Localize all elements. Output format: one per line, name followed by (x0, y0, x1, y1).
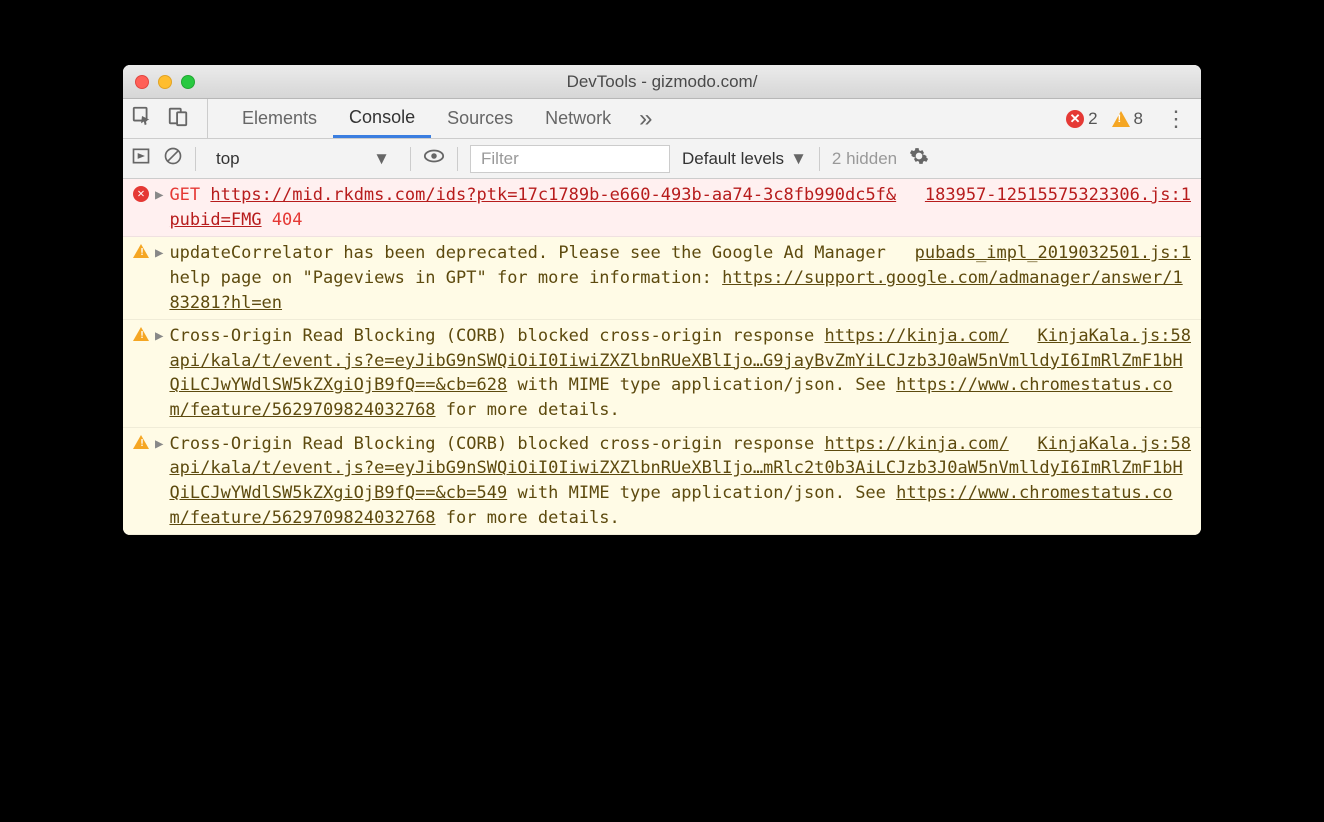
warning-count: 8 (1134, 109, 1143, 129)
log-text: for more details. (436, 508, 620, 528)
warning-count-badge[interactable]: 8 (1112, 109, 1143, 129)
inspect-icon[interactable] (131, 105, 153, 132)
separator (195, 147, 196, 171)
tabs-row: Elements Console Sources Network » ✕ 2 8… (123, 99, 1201, 139)
titlebar: DevTools - gizmodo.com/ (123, 65, 1201, 99)
context-value: top (216, 149, 240, 169)
warning-icon (133, 327, 149, 341)
tabs-right: ✕ 2 8 ⋮ (1066, 106, 1193, 132)
tab-console[interactable]: Console (333, 99, 431, 138)
tab-network[interactable]: Network (529, 99, 627, 138)
minimize-button[interactable] (158, 75, 172, 89)
warning-icon (133, 435, 149, 449)
status-code: 404 (272, 210, 303, 230)
tabs-nav: Elements Console Sources Network » (226, 99, 1066, 138)
device-toggle-icon[interactable] (167, 105, 189, 132)
maximize-button[interactable] (181, 75, 195, 89)
gear-icon[interactable] (909, 146, 929, 171)
log-text: with MIME type application/json. See (507, 483, 896, 503)
error-count: 2 (1088, 109, 1097, 129)
level-selector[interactable]: Default levels ▼ (682, 149, 807, 169)
warning-icon (133, 244, 149, 258)
tabs-left-tools (131, 99, 208, 138)
log-body: 183957-12515575323306.js:1 GET https://m… (169, 183, 1191, 232)
log-text: for more details. (436, 400, 620, 420)
filter-placeholder: Filter (481, 149, 519, 169)
tab-elements[interactable]: Elements (226, 99, 333, 138)
log-text: Cross-Origin Read Blocking (CORB) blocke… (169, 434, 824, 454)
log-body: KinjaKala.js:58 Cross-Origin Read Blocki… (169, 324, 1191, 423)
kebab-menu[interactable]: ⋮ (1157, 106, 1193, 132)
tab-sources[interactable]: Sources (431, 99, 529, 138)
hidden-messages-count[interactable]: 2 hidden (832, 149, 897, 169)
expand-arrow-icon[interactable]: ▶ (155, 434, 163, 454)
console-warning-entry[interactable]: ▶ pubads_impl_2019032501.js:1 updateCorr… (123, 237, 1201, 320)
close-button[interactable] (135, 75, 149, 89)
log-text: Cross-Origin Read Blocking (CORB) blocke… (169, 326, 824, 346)
dropdown-arrow-icon: ▼ (790, 149, 807, 169)
log-source-link[interactable]: pubads_impl_2019032501.js:1 (915, 241, 1191, 266)
log-body: KinjaKala.js:58 Cross-Origin Read Blocki… (169, 432, 1191, 531)
toggle-drawer-icon[interactable] (131, 146, 151, 171)
error-icon: ✕ (133, 186, 149, 202)
log-source-link[interactable]: 183957-12515575323306.js:1 (925, 183, 1191, 208)
separator (410, 147, 411, 171)
console-warning-entry[interactable]: ▶ KinjaKala.js:58 Cross-Origin Read Bloc… (123, 320, 1201, 428)
log-source-link[interactable]: KinjaKala.js:58 (1037, 432, 1191, 457)
separator (819, 147, 820, 171)
expand-arrow-icon[interactable]: ▶ (155, 243, 163, 263)
http-method: GET (169, 185, 200, 205)
separator (457, 147, 458, 171)
log-body: pubads_impl_2019032501.js:1 updateCorrel… (169, 241, 1191, 315)
expand-arrow-icon[interactable]: ▶ (155, 185, 163, 205)
expand-arrow-icon[interactable]: ▶ (155, 326, 163, 346)
live-expression-icon[interactable] (423, 145, 445, 172)
error-count-badge[interactable]: ✕ 2 (1066, 109, 1097, 129)
clear-console-icon[interactable] (163, 146, 183, 171)
traffic-lights (135, 75, 195, 89)
error-icon: ✕ (1066, 110, 1084, 128)
context-selector[interactable]: top ▼ (208, 147, 398, 171)
level-label: Default levels (682, 149, 784, 169)
log-source-link[interactable]: KinjaKala.js:58 (1037, 324, 1191, 349)
console-error-entry[interactable]: ✕ ▶ 183957-12515575323306.js:1 GET https… (123, 179, 1201, 237)
console-warning-entry[interactable]: ▶ KinjaKala.js:58 Cross-Origin Read Bloc… (123, 428, 1201, 536)
devtools-window: DevTools - gizmodo.com/ Elements Console… (123, 65, 1201, 535)
log-text: with MIME type application/json. See (507, 375, 896, 395)
warning-icon (1112, 111, 1130, 127)
dropdown-arrow-icon: ▼ (373, 149, 390, 169)
filter-row: top ▼ Filter Default levels ▼ 2 hidden (123, 139, 1201, 179)
window-title: DevTools - gizmodo.com/ (135, 72, 1189, 92)
more-tabs-button[interactable]: » (627, 105, 664, 133)
filter-input[interactable]: Filter (470, 145, 670, 173)
console-messages: ✕ ▶ 183957-12515575323306.js:1 GET https… (123, 179, 1201, 535)
